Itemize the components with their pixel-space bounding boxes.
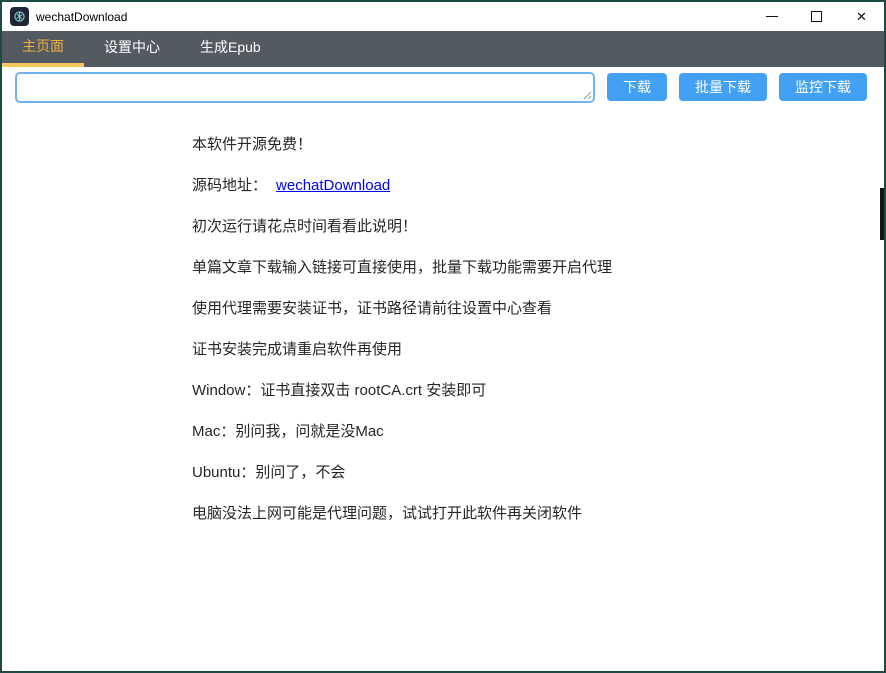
download-button[interactable]: 下载	[607, 73, 667, 101]
info-line: 证书安装完成请重启软件再使用	[192, 342, 884, 358]
info-line: 电脑没法上网可能是代理问题，试试打开此软件再关闭软件	[192, 506, 884, 522]
tab-generate-epub[interactable]: 生成Epub	[180, 31, 281, 67]
article-url-input[interactable]	[15, 72, 595, 103]
url-input-wrap	[15, 72, 595, 103]
maximize-button[interactable]	[794, 2, 839, 31]
monitor-download-button[interactable]: 监控下载	[779, 73, 867, 101]
app-logo-glyph	[13, 10, 26, 23]
tab-main-page[interactable]: 主页面	[2, 31, 84, 67]
readme-text: 本软件开源免费！ 源码地址： wechatDownload 初次运行请花点时间看看…	[192, 137, 884, 522]
maximize-icon	[811, 11, 822, 22]
tab-settings-center[interactable]: 设置中心	[84, 31, 180, 67]
action-buttons: 下载 批量下载 监控下载	[607, 73, 879, 101]
app-logo-icon	[10, 7, 29, 26]
window-title: wechatDownload	[36, 10, 127, 24]
minimize-button[interactable]	[749, 2, 794, 31]
info-line: 初次运行请花点时间看看此说明！	[192, 219, 884, 235]
minimize-icon	[766, 16, 778, 17]
source-repo-link[interactable]: wechatDownload	[276, 177, 390, 194]
info-line-source: 源码地址： wechatDownload	[192, 178, 884, 194]
info-line: 单篇文章下载输入链接可直接使用，批量下载功能需要开启代理	[192, 260, 884, 276]
info-line: Ubuntu：别问了，不会	[192, 465, 884, 481]
info-line: Window：证书直接双击 rootCA.crt 安装即可	[192, 383, 884, 399]
info-line: 使用代理需要安装证书，证书路径请前往设置中心查看	[192, 301, 884, 317]
info-line: Mac：别问我，问就是没Mac	[192, 424, 884, 440]
download-toolbar: 下载 批量下载 监控下载	[2, 67, 884, 103]
app-window: wechatDownload ✕ 主页面 设置中心 生成Epub 下载	[0, 0, 886, 673]
batch-download-button[interactable]: 批量下载	[679, 73, 767, 101]
tab-bar: 主页面 设置中心 生成Epub	[2, 31, 884, 67]
window-controls: ✕	[749, 2, 884, 31]
vertical-scrollbar-thumb[interactable]	[880, 188, 884, 240]
close-button[interactable]: ✕	[839, 2, 884, 31]
source-label: 源码地址：	[192, 177, 267, 194]
title-bar: wechatDownload ✕	[2, 2, 884, 31]
close-icon: ✕	[856, 10, 867, 23]
info-line: 本软件开源免费！	[192, 137, 884, 153]
